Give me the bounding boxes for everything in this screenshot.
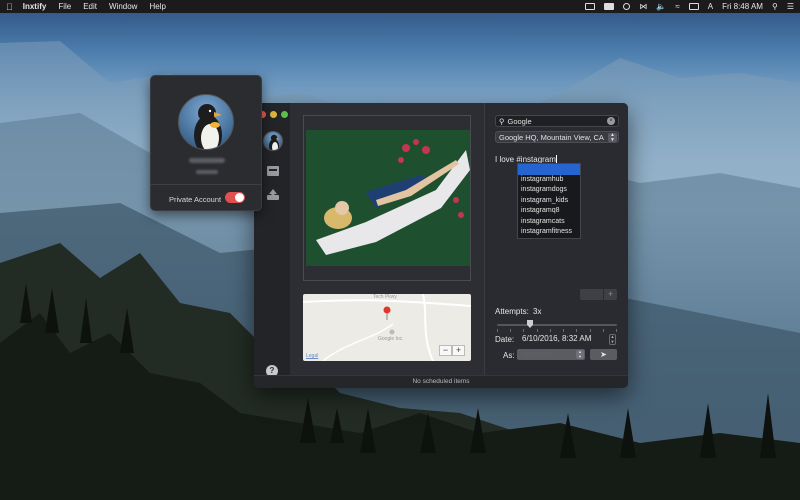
input-source-icon[interactable]: A [708,2,713,11]
menu-help[interactable]: Help [149,2,165,11]
attempts-label: Attempts: [495,307,529,316]
add-button[interactable]: + [603,289,617,300]
private-account-label: Private Account [169,195,222,204]
menu-app-name[interactable]: Inxtify [23,2,47,11]
attempts-slider-thumb[interactable] [527,320,533,328]
private-account-toggle[interactable] [225,192,245,203]
chevron-updown-icon: ▲ ▼ [608,133,617,142]
slider-ticks [497,329,617,332]
paper-plane-icon: ➤ [600,350,607,359]
airplay-icon[interactable] [585,3,596,10]
hashtag-option[interactable]: instagramcats [518,217,580,228]
location-select[interactable]: Google HQ, Mountain View, CA ▲ ▼ [495,131,619,143]
map-place-label: Google Inc. [378,336,404,342]
send-button[interactable]: ➤ [590,349,617,360]
account-select[interactable]: ▲ ▼ [517,349,585,360]
popover-divider [151,184,261,185]
hashtag-option[interactable]: instagramq8 [518,206,580,217]
photo-drop-area[interactable] [303,115,471,281]
account-popover: Private Account [150,75,262,211]
zoom-out-button[interactable]: − [439,345,452,356]
date-stepper[interactable]: ▲ ▼ [609,334,616,345]
zoom-in-button[interactable]: + [452,345,465,356]
hashtag-option[interactable]: instagramfitness [518,227,580,238]
bluetooth-icon[interactable]: ⋈ [639,2,647,11]
hashtag-suggestions: instagram instagramhub instagramdogs ins… [517,163,581,239]
menu-file[interactable]: File [58,2,71,11]
map-road-label: Tech Pkwy [373,294,397,300]
location-map[interactable]: Tech Pkwy Google Inc. Legal − + [303,294,471,361]
battery-icon[interactable] [688,3,699,10]
add-segment-control: + [580,289,617,300]
remove-button[interactable] [580,289,603,300]
account-avatar-button[interactable] [263,131,283,151]
account-username [189,158,225,163]
post-photo [306,130,470,266]
date-label: Date: [495,335,515,344]
penguin-icon [194,104,222,149]
clear-search-icon[interactable]: × [607,117,615,125]
date-field[interactable]: 6/10/2016, 8:32 AM [522,334,591,343]
menubar-app-icon[interactable] [604,3,615,10]
post-details-panel: ⚲ Google × Google HQ, Mountain View, CA … [485,103,628,375]
status-bar: No scheduled items [254,375,628,388]
hashtag-option[interactable]: instagram_kids [518,196,580,207]
menu-window[interactable]: Window [109,2,137,11]
menubar-clock[interactable]: Fri 8:48 AM [722,2,763,11]
map-poi-icon [389,329,395,335]
media-panel: Tech Pkwy Google Inc. Legal − + [290,103,484,375]
photo-image [306,130,470,266]
location-select-value: Google HQ, Mountain View, CA [499,133,604,142]
as-label: As: [503,351,515,360]
apple-menu-icon[interactable]:  [6,2,13,12]
account-avatar [178,94,234,150]
location-search-value: Google [507,116,532,126]
hashtag-option[interactable]: instagram [518,164,580,175]
account-fullname [196,170,218,174]
window-minimize-button[interactable] [270,111,277,118]
volume-icon[interactable]: 🔈 [656,2,666,11]
hashtag-option[interactable]: instagramdogs [518,185,580,196]
attempts-value: 3x [533,307,542,316]
attempts-slider[interactable] [497,324,617,326]
upload-icon[interactable] [266,189,280,201]
notification-center-icon[interactable]: ☰ [787,2,794,11]
inbox-icon[interactable] [266,165,280,177]
map-legal-link[interactable]: Legal [306,353,318,359]
wifi-icon[interactable]: ≈ [675,2,679,11]
text-cursor [555,155,557,163]
menu-bar:  Inxtify File Edit Window Help ⋈ 🔈 ≈ A … [0,0,800,13]
window-zoom-button[interactable] [281,111,288,118]
record-icon[interactable] [623,3,631,10]
map-zoom-control: − + [439,345,465,356]
search-icon[interactable]: ⚲ [772,2,778,11]
toggle-knob [235,193,244,202]
main-window: ? Tech Pkwy Google Inc. Legal − + ⚲ Goog… [254,103,628,388]
map-pin-icon [383,306,391,320]
search-icon: ⚲ [499,116,505,126]
chevron-updown-icon: ▲ ▼ [576,349,584,359]
location-search-field[interactable]: ⚲ Google × [495,115,619,127]
hashtag-option[interactable]: instagramhub [518,175,580,186]
penguin-icon [269,134,279,150]
menu-edit[interactable]: Edit [83,2,97,11]
account-select-value [523,352,553,357]
